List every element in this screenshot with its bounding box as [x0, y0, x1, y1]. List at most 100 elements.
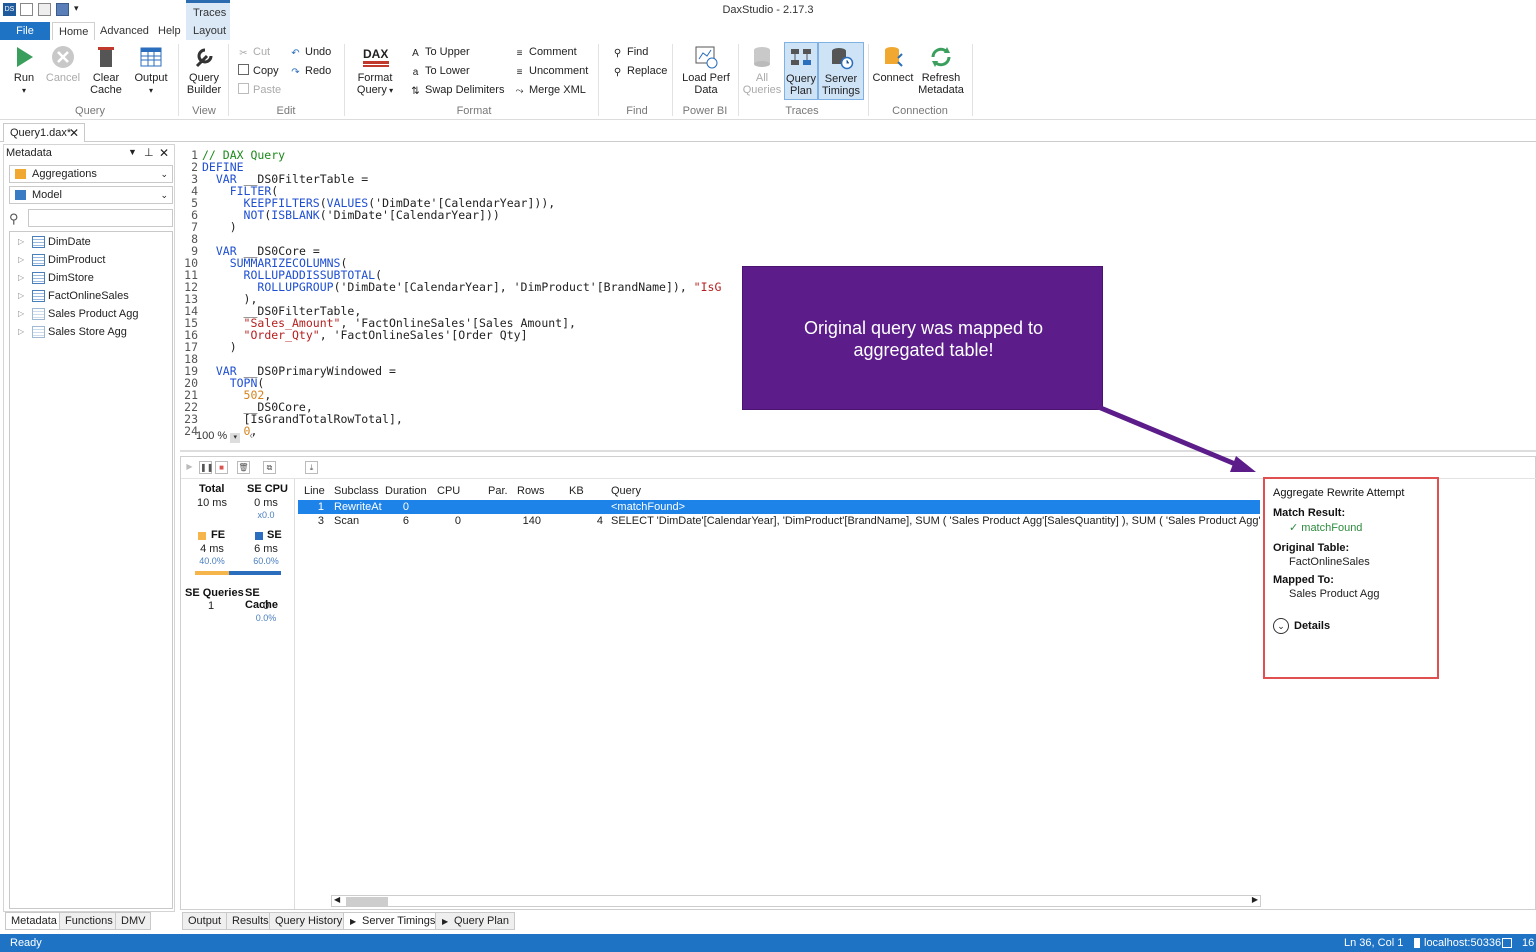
- to-lower-icon: a: [412, 67, 419, 78]
- table-row[interactable]: 1 RewriteAt 0 <matchFound>: [298, 500, 1260, 514]
- document-tab[interactable]: Query1.dax* ✕: [3, 123, 85, 142]
- tree-item-table[interactable]: ▷ DimProduct: [14, 251, 105, 269]
- to-upper-button[interactable]: A To Upper: [410, 43, 469, 61]
- tab-home[interactable]: Home: [52, 22, 96, 40]
- copy-icon[interactable]: [1502, 938, 1512, 948]
- server-timings-button[interactable]: Server Timings: [818, 42, 864, 100]
- ribbon-separator: [672, 44, 673, 116]
- scrollbar-thumb[interactable]: [346, 897, 388, 906]
- paste-label: Paste: [253, 84, 282, 96]
- details-toggle[interactable]: Details: [1294, 620, 1330, 632]
- zoom-selector[interactable]: 100 % ▾ ‹: [196, 430, 253, 443]
- cut-button[interactable]: ✂ Cut: [238, 43, 270, 61]
- comment-button[interactable]: ≡ Comment: [514, 43, 577, 61]
- tab-dmv[interactable]: DMV: [115, 912, 152, 930]
- metadata-search-input[interactable]: [28, 209, 173, 227]
- scroll-left-icon[interactable]: ◀: [334, 895, 340, 904]
- run-button[interactable]: Run ▾: [6, 42, 42, 100]
- zoom-value: 100 %: [196, 430, 228, 442]
- expand-icon[interactable]: ▷: [18, 287, 24, 305]
- expand-icon[interactable]: ▷: [18, 323, 24, 341]
- clear-icon[interactable]: 🗑: [237, 461, 250, 474]
- tree-item-table[interactable]: ▷ DimStore: [14, 269, 94, 287]
- cancel-button[interactable]: Cancel: [44, 42, 82, 100]
- tab-server-timings[interactable]: ▶ Server Timings: [343, 912, 442, 930]
- expand-icon[interactable]: ▷: [18, 233, 24, 251]
- column-header-rows[interactable]: Rows: [517, 485, 545, 497]
- paste-icon: [238, 83, 249, 94]
- column-header-subclass[interactable]: Subclass: [334, 485, 379, 497]
- column-header-par[interactable]: Par.: [488, 485, 508, 497]
- copy-button[interactable]: Copy: [238, 62, 279, 80]
- chevron-down-icon: ⌄: [160, 169, 168, 179]
- stop-icon[interactable]: ■: [215, 461, 228, 474]
- close-icon[interactable]: ✕: [69, 126, 79, 140]
- uncomment-button[interactable]: ≡ Uncomment: [514, 62, 589, 80]
- table-name: DimDate: [48, 236, 91, 248]
- column-header-duration[interactable]: Duration: [385, 485, 427, 497]
- connect-button[interactable]: Connect: [872, 42, 914, 100]
- tab-output[interactable]: Output: [182, 912, 228, 930]
- model-cube-icon: [15, 190, 26, 200]
- merge-xml-button[interactable]: ⤳ Merge XML: [514, 81, 586, 99]
- column-header-query[interactable]: Query: [611, 485, 641, 497]
- export-icon[interactable]: ⤓: [305, 461, 318, 474]
- server-name[interactable]: localhost:50336: [1424, 934, 1501, 952]
- clear-cache-button[interactable]: Clear Cache: [86, 42, 126, 100]
- column-header-cpu[interactable]: CPU: [437, 485, 460, 497]
- paste-button[interactable]: Paste: [238, 81, 281, 99]
- grid-horizontal-scrollbar[interactable]: ◀ ▶: [331, 895, 1261, 907]
- tree-item-table[interactable]: ▷ FactOnlineSales: [14, 287, 129, 305]
- tab-layout[interactable]: Layout: [187, 22, 232, 40]
- perspective-select[interactable]: Aggregations ⌄: [9, 165, 173, 183]
- scroll-left-icon[interactable]: ‹: [249, 430, 253, 442]
- replace-button[interactable]: ⚲ Replace: [612, 62, 668, 80]
- tab-functions[interactable]: Functions: [59, 912, 119, 930]
- query-builder-button[interactable]: Query Builder: [184, 42, 224, 100]
- close-pane-icon[interactable]: ✕: [159, 146, 169, 160]
- se-cache-percent: 0.0%: [255, 613, 277, 623]
- tree-item-table[interactable]: ▷ DimDate: [14, 233, 91, 251]
- tab-query-history[interactable]: Query History: [269, 912, 349, 930]
- timing-stats: Total 10 ms SE CPU 0 ms x0.0 FE 4 ms 40.…: [183, 479, 295, 909]
- tab-results[interactable]: Results: [226, 912, 275, 930]
- model-select[interactable]: Model ⌄: [9, 186, 173, 204]
- tab-query-plan[interactable]: ▶ Query Plan: [435, 912, 516, 930]
- query-plan-button[interactable]: Query Plan: [784, 42, 818, 100]
- pause-icon[interactable]: ❚❚: [199, 461, 213, 474]
- expand-icon[interactable]: ▷: [18, 269, 24, 287]
- table-row[interactable]: 3 Scan 6 0 140 4 SELECT 'DimDate'[Calend…: [298, 514, 1260, 528]
- tab-help[interactable]: Help: [152, 22, 187, 40]
- column-header-line[interactable]: Line: [304, 485, 325, 497]
- to-lower-button[interactable]: a To Lower: [410, 62, 470, 80]
- chevron-down-icon[interactable]: ⌄: [1273, 618, 1289, 634]
- play-icon[interactable]: ▶: [183, 461, 196, 474]
- undo-button[interactable]: ↶ Undo: [290, 43, 331, 61]
- tree-item-table[interactable]: ▷ Sales Product Agg: [14, 305, 139, 323]
- pane-dropdown-icon[interactable]: ▼: [128, 147, 137, 157]
- find-button[interactable]: ⚲ Find: [612, 43, 649, 61]
- format-query-button[interactable]: DAX Format Query ▾: [352, 42, 398, 100]
- expand-icon[interactable]: ▷: [18, 251, 24, 269]
- refresh-metadata-button[interactable]: Refresh Metadata: [916, 42, 966, 100]
- column-header-kb[interactable]: KB: [569, 485, 584, 497]
- zoom-dropdown-icon[interactable]: ▾: [230, 433, 241, 443]
- splitter[interactable]: [180, 450, 1536, 452]
- fe-label: FE: [211, 529, 226, 541]
- load-perf-data-button[interactable]: Load Perf Data: [680, 42, 732, 100]
- output-button[interactable]: Output ▾: [130, 42, 172, 100]
- copy-icon[interactable]: ⧉: [263, 461, 276, 474]
- swap-delimiters-button[interactable]: ⇅ Swap Delimiters: [410, 81, 504, 99]
- tab-file[interactable]: File: [0, 22, 50, 40]
- mapped-to-label: Mapped To:: [1273, 574, 1334, 586]
- ribbon: Run ▾ Cancel Clear Cache Output ▾ Query Que…: [0, 40, 1536, 120]
- all-queries-button[interactable]: All Queries: [742, 42, 782, 100]
- tab-metadata[interactable]: Metadata: [5, 912, 63, 930]
- redo-button[interactable]: ↷ Redo: [290, 62, 331, 80]
- pin-icon[interactable]: ⊥: [144, 146, 154, 159]
- tab-advanced[interactable]: Advanced: [94, 22, 155, 40]
- cell-kb: 4: [596, 515, 603, 527]
- tree-item-table[interactable]: ▷ Sales Store Agg: [14, 323, 127, 341]
- expand-icon[interactable]: ▷: [18, 305, 24, 323]
- scroll-right-icon[interactable]: ▶: [1252, 895, 1258, 904]
